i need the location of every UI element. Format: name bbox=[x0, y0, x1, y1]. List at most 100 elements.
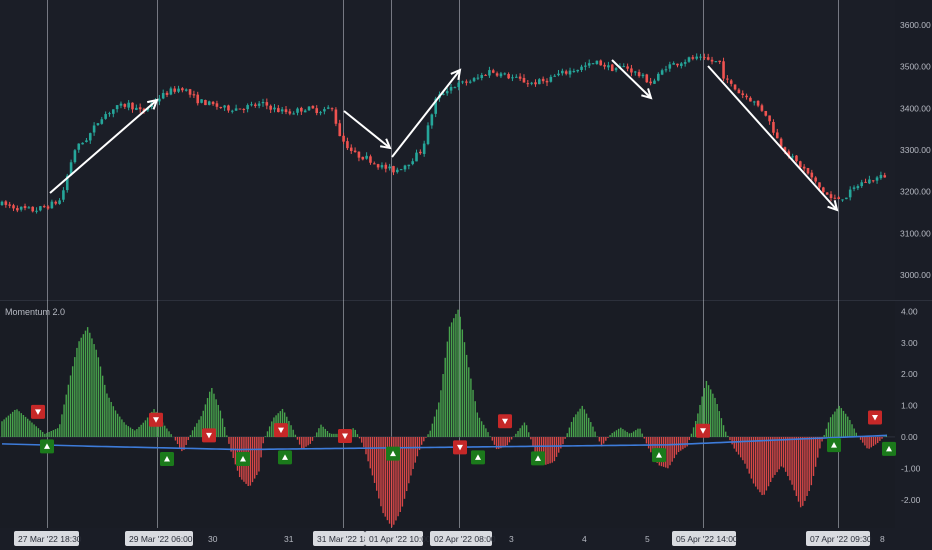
candle-body bbox=[825, 192, 829, 195]
candle-body bbox=[795, 155, 798, 162]
candle-body bbox=[261, 102, 265, 104]
candle-body bbox=[626, 66, 629, 69]
candle-body bbox=[883, 175, 887, 178]
candle-body bbox=[587, 63, 591, 66]
candle-body bbox=[580, 66, 583, 70]
candle-body bbox=[468, 81, 472, 83]
momentum-tick-label: -2.00 bbox=[901, 495, 921, 505]
candle-body bbox=[791, 156, 794, 158]
candle-body bbox=[376, 164, 380, 168]
candle-body bbox=[737, 89, 741, 94]
candle-body bbox=[449, 86, 453, 91]
candle-body bbox=[115, 105, 119, 110]
candle-body bbox=[334, 109, 338, 124]
candle-body bbox=[250, 104, 253, 106]
candle-body bbox=[756, 100, 760, 106]
candle-body bbox=[54, 201, 58, 204]
date-marker-label: 02 Apr '22 08:00 bbox=[434, 534, 496, 544]
candle-body bbox=[177, 88, 180, 92]
candle-body bbox=[8, 204, 11, 206]
candle-body bbox=[710, 59, 714, 62]
trading-chart: 3600.003500.003400.003300.003200.003100.… bbox=[0, 0, 932, 550]
candle-body bbox=[691, 57, 695, 59]
candle-body bbox=[614, 68, 618, 71]
candle-body bbox=[292, 113, 295, 115]
candle-body bbox=[595, 60, 599, 64]
momentum-tick-label: 4.00 bbox=[901, 306, 918, 316]
candle-body bbox=[135, 107, 138, 110]
candle-body bbox=[277, 108, 280, 113]
candle-body bbox=[288, 111, 292, 114]
candle-body bbox=[399, 169, 403, 171]
candle-body bbox=[112, 109, 115, 114]
candle-body bbox=[204, 99, 207, 106]
date-tick-label: 31 bbox=[284, 534, 294, 544]
candle-body bbox=[323, 109, 326, 112]
candle-body bbox=[822, 187, 825, 192]
candle-body bbox=[802, 166, 806, 169]
momentum-tick-label: 3.00 bbox=[901, 338, 918, 348]
candle-body bbox=[338, 123, 342, 137]
candle-body bbox=[829, 194, 833, 199]
candle-body bbox=[396, 169, 399, 173]
candle-body bbox=[833, 197, 837, 199]
candle-body bbox=[31, 206, 35, 212]
candle-body bbox=[369, 156, 372, 163]
candle-body bbox=[42, 206, 46, 208]
candle-body bbox=[215, 103, 219, 107]
candle-body bbox=[461, 81, 464, 83]
candle-body bbox=[687, 57, 691, 62]
candle-body bbox=[88, 133, 92, 141]
price-tick-label: 3100.00 bbox=[900, 228, 931, 238]
candle-body bbox=[242, 109, 246, 111]
candle-body bbox=[633, 71, 637, 73]
date-tick-label: 3 bbox=[509, 534, 514, 544]
candle-body bbox=[526, 83, 530, 85]
candle-body bbox=[223, 105, 226, 108]
candle-body bbox=[683, 62, 687, 64]
candle-body bbox=[668, 64, 672, 69]
candle-body bbox=[372, 163, 376, 165]
date-tick-label: 8 bbox=[880, 534, 885, 544]
candle-body bbox=[541, 78, 545, 82]
candle-body bbox=[77, 143, 81, 150]
price-axis-panel bbox=[895, 0, 932, 528]
candle-body bbox=[591, 63, 595, 65]
candle-body bbox=[641, 74, 645, 77]
candle-body bbox=[549, 76, 553, 82]
candle-body bbox=[326, 107, 330, 109]
candle-body bbox=[695, 56, 698, 59]
candle-body bbox=[169, 88, 173, 95]
candle-body bbox=[848, 189, 852, 198]
price-tick-label: 3400.00 bbox=[900, 103, 931, 113]
candle-body bbox=[0, 201, 4, 206]
candle-body bbox=[622, 66, 626, 68]
candle-body bbox=[246, 105, 249, 110]
candle-body bbox=[227, 105, 230, 111]
candle-body bbox=[476, 77, 480, 79]
candle-body bbox=[656, 73, 660, 81]
candle-body bbox=[722, 61, 725, 79]
candle-body bbox=[426, 125, 430, 144]
date-marker-label: 07 Apr '22 09:30 bbox=[810, 534, 872, 544]
candle-body bbox=[311, 105, 315, 109]
price-pane-background bbox=[0, 0, 895, 300]
candle-body bbox=[472, 78, 476, 82]
candle-body bbox=[138, 107, 142, 110]
candle-body bbox=[726, 78, 729, 80]
candle-body bbox=[422, 143, 426, 154]
date-marker-label: 29 Mar '22 06:00 bbox=[129, 534, 193, 544]
candle-body bbox=[495, 73, 499, 76]
candle-body bbox=[480, 75, 484, 78]
candle-body bbox=[303, 110, 307, 113]
candle-body bbox=[257, 103, 261, 106]
candle-body bbox=[630, 68, 633, 73]
candle-body bbox=[745, 95, 748, 98]
candle-body bbox=[273, 107, 276, 110]
candle-body bbox=[361, 156, 365, 160]
candle-body bbox=[207, 101, 211, 105]
momentum-tick-label: 2.00 bbox=[901, 369, 918, 379]
candle-body bbox=[768, 115, 771, 122]
candle-body bbox=[610, 64, 614, 72]
candle-body bbox=[403, 165, 407, 170]
